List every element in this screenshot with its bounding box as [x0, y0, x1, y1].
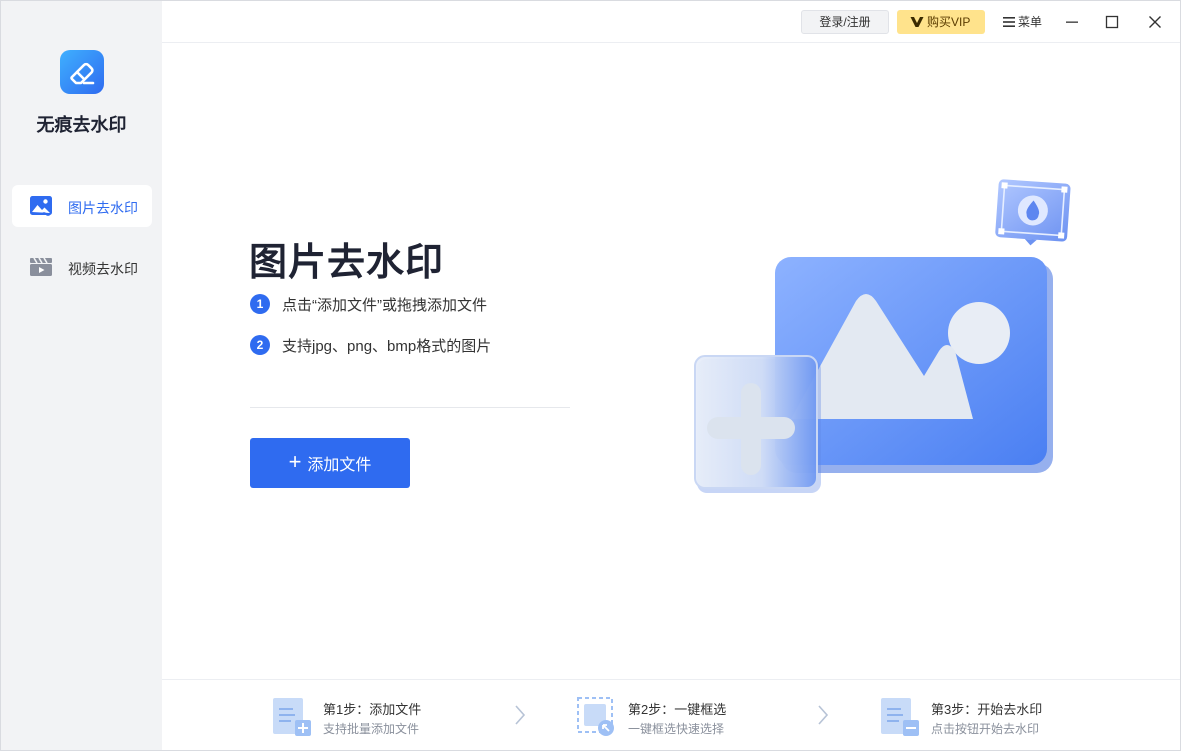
- page-title: 图片去水印: [249, 242, 445, 284]
- maximize-button[interactable]: [1097, 7, 1127, 37]
- app-logo: [60, 50, 104, 94]
- step-title: 第2步：一键框选: [628, 702, 727, 717]
- sidebar-item-label: 图片去水印: [68, 200, 138, 216]
- sidebar: 无痕去水印 图片去水印 视频去水印: [1, 1, 162, 750]
- menu-label: 菜单: [1018, 15, 1043, 29]
- sidebar-item-image-watermark[interactable]: 图片去水印: [12, 185, 152, 227]
- step-number-badge: 1: [250, 294, 270, 314]
- steps-bar: 第1步：添加文件 支持批量添加文件 第2步：一键框选 一键框选快速选择 第3步：…: [162, 679, 1180, 750]
- add-file-button[interactable]: + 添加文件: [250, 438, 410, 488]
- tip-text: 支持jpg、png、bmp格式的图片: [282, 337, 492, 355]
- step-desc: 点击按钮开始去水印: [931, 722, 1040, 736]
- sidebar-item-label: 视频去水印: [68, 261, 138, 277]
- chevron-right-icon: [515, 705, 526, 725]
- tip-text: 点击“添加文件”或拖拽添加文件: [282, 296, 487, 314]
- image-icon: [29, 194, 53, 218]
- step-desc: 一键框选快速选择: [628, 722, 725, 736]
- video-icon: [29, 255, 53, 279]
- close-button[interactable]: [1140, 7, 1170, 37]
- menu-button[interactable]: 菜单: [1001, 10, 1047, 34]
- buy-vip-label: 购买VIP: [927, 15, 971, 29]
- app-name: 无痕去水印: [36, 115, 127, 135]
- eraser-icon: [70, 62, 95, 85]
- titlebar: 登录/注册 购买VIP 菜单: [162, 1, 1180, 43]
- vip-icon: [910, 17, 924, 27]
- sidebar-item-video-watermark[interactable]: 视频去水印: [12, 246, 152, 288]
- close-icon: [1149, 16, 1161, 28]
- chevron-right-icon: [818, 705, 829, 725]
- minimize-button[interactable]: [1057, 7, 1087, 37]
- select-box-icon: [577, 697, 614, 736]
- step-title: 第1步：添加文件: [323, 702, 422, 717]
- remove-file-icon: [881, 698, 919, 736]
- image-watermark-illustration: [694, 179, 1071, 493]
- add-file-icon: [273, 698, 311, 736]
- menu-icon: [1003, 17, 1015, 27]
- minimize-icon: [1066, 21, 1078, 23]
- step-title: 第3步：开始去水印: [931, 702, 1043, 717]
- plus-icon: +: [288, 448, 302, 474]
- step-number-badge: 2: [250, 335, 270, 355]
- tip-item: 2 支持jpg、png、bmp格式的图片: [250, 335, 491, 355]
- app-window: 无痕去水印 图片去水印 视频去水印 登录/注册 购买VIP 菜单 图片去水印 1…: [0, 0, 1181, 751]
- login-register-button[interactable]: 登录/注册: [801, 10, 889, 34]
- tip-item: 1 点击“添加文件”或拖拽添加文件: [250, 294, 487, 314]
- buy-vip-button[interactable]: 购买VIP: [897, 10, 985, 34]
- step-desc: 支持批量添加文件: [323, 722, 420, 736]
- divider: [250, 407, 570, 408]
- maximize-icon: [1105, 15, 1119, 29]
- add-file-label: 添加文件: [307, 457, 372, 474]
